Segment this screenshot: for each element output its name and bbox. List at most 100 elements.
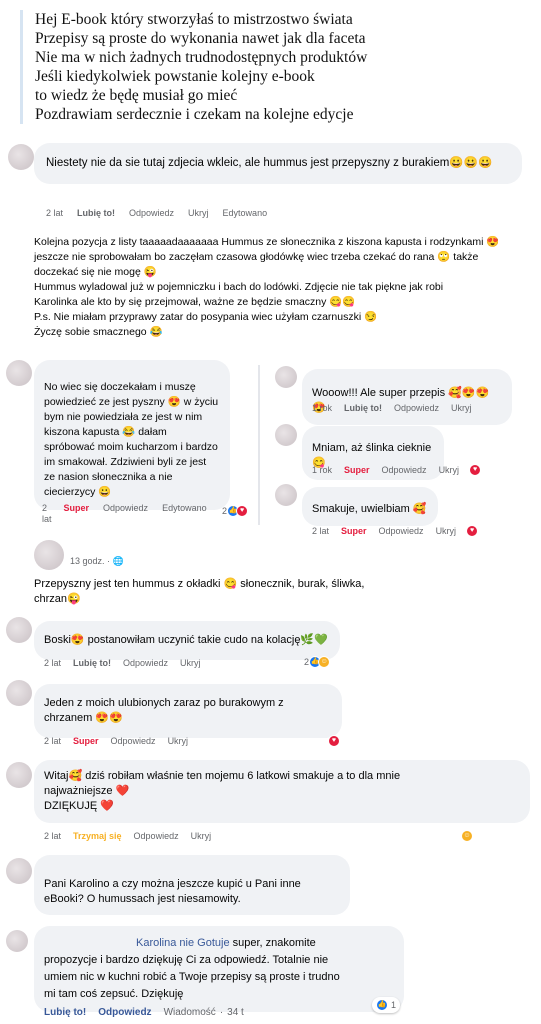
hide-button[interactable]: Ukryj — [168, 736, 189, 746]
reply-button[interactable]: Odpowiedz — [123, 658, 168, 668]
reply-bubble: Smakuje, uwielbiam 🥰 — [302, 487, 438, 526]
comment-text: Jeden z moich ulubionych zaraz po burako… — [44, 697, 284, 724]
reply-actions: 1 rok Lubię to! Odpowiedz Ukryj — [312, 403, 486, 413]
hide-button[interactable]: Ukryj — [180, 658, 201, 668]
avatar[interactable] — [275, 424, 297, 446]
like-button[interactable]: Lubię to! — [77, 208, 115, 218]
post-time-text: 13 godz. · — [70, 556, 111, 566]
reaction-summary[interactable]: ☺ — [461, 830, 473, 842]
edited-label: Edytowano — [162, 503, 207, 513]
comment-bubble: Jeden z moich ulubionych zaraz po burako… — [34, 684, 342, 738]
quote-line: Jeśli kiedykolwiek powstanie kolejny e-b… — [35, 68, 315, 85]
comment-time[interactable]: 2 lat — [44, 658, 61, 668]
avatar[interactable] — [6, 858, 32, 884]
reaction-count: 1 — [391, 1000, 397, 1010]
comment-actions: 2 lat Super Odpowiedz Edytowano — [42, 503, 221, 525]
post-line: Przepyszny jest ten hummus z okładki 😋 s… — [34, 578, 365, 590]
care-reaction-icon: ☺ — [318, 656, 331, 668]
comment-time[interactable]: 2 lat — [42, 503, 52, 525]
super-reaction-button[interactable]: Super — [64, 503, 90, 513]
globe-icon: 🌐 — [112, 556, 124, 566]
edited-label: Edytowano — [222, 208, 268, 218]
comment-text: Boski😍 postanowiłam uczynić takie cudo n… — [44, 634, 328, 646]
comment-time[interactable]: 34 t — [227, 1007, 244, 1018]
like-button[interactable]: Lubię to! — [73, 658, 111, 668]
author-name[interactable] — [312, 378, 402, 382]
care-reaction-icon: ☺ — [461, 830, 473, 842]
reply-button[interactable]: Odpowiedz — [379, 526, 424, 536]
like-button[interactable]: Lubię to! — [44, 1007, 86, 1018]
comment-bubble: Witaj🥰 dziś robiłam właśnie ten mojemu 6… — [34, 760, 530, 823]
love-reaction-icon[interactable]: ♥ — [469, 464, 482, 476]
avatar[interactable] — [6, 762, 32, 788]
reaction-summary[interactable]: 👍 1 — [372, 997, 401, 1013]
reply-button[interactable]: Odpowiedz — [394, 403, 439, 413]
comment-actions: 2 lat Lubię to! Odpowiedz Ukryj Edytowan… — [46, 208, 281, 218]
reply-button[interactable]: Odpowiedz — [111, 736, 156, 746]
super-reaction-button[interactable]: Super — [344, 465, 370, 475]
reply-text: Smakuje, uwielbiam 🥰 — [312, 503, 427, 515]
post-line: jeszcze nie sprobowałam bo zaczęłam czas… — [34, 251, 479, 263]
quote-line: to wiedz że będę musiał go mieć — [35, 87, 238, 104]
comment-bubble: Niestety nie da sie tutaj zdjecia wkleic… — [34, 143, 522, 184]
avatar[interactable] — [275, 366, 297, 388]
post-line: chrzan😜 — [34, 593, 81, 605]
post-line: Kolejna pozycja z listy taaaaadaaaaaaa H… — [34, 236, 500, 248]
care-reaction-button[interactable]: Trzymaj się — [73, 831, 122, 841]
reply-button[interactable]: Odpowiedz — [134, 831, 179, 841]
love-reaction-icon: ♥ — [236, 505, 249, 517]
post-line: doczekać się nie mogę 😜 — [34, 266, 157, 278]
reply-button[interactable]: Odpowiedz — [103, 503, 148, 513]
reply-button[interactable]: Odpowiedz — [129, 208, 174, 218]
super-reaction-button[interactable]: Super — [73, 736, 99, 746]
reaction-summary[interactable]: 2 👍 ♥ — [222, 505, 249, 517]
reply-actions: 1 rok Super Odpowiedz Ukryj ♥ — [312, 464, 495, 476]
comment-time[interactable]: 2 lat — [44, 736, 61, 746]
like-button[interactable]: Lubię to! — [344, 403, 382, 413]
reply-time[interactable]: 2 lat — [312, 526, 329, 536]
comment-text: Niestety nie da sie tutaj zdjecia wkleic… — [46, 157, 493, 169]
thread-line — [258, 365, 260, 525]
comment-bubble: Karolina nie Gotuje super, znakomite pro… — [34, 926, 404, 1012]
avatar[interactable] — [6, 930, 28, 952]
mention-link[interactable]: Karolina nie Gotuje — [136, 937, 230, 949]
hide-button[interactable]: Ukryj — [439, 465, 460, 475]
avatar[interactable] — [6, 680, 32, 706]
reply-button[interactable]: Odpowiedz — [98, 1007, 151, 1018]
author-name[interactable] — [312, 496, 402, 498]
author-name[interactable] — [312, 435, 402, 437]
post-line: Życzę sobie smacznego 😂 — [34, 326, 163, 338]
message-button[interactable]: Wiadomość — [164, 1007, 216, 1018]
reply-button[interactable]: Odpowiedz — [382, 465, 427, 475]
comment-line: Witaj🥰 dziś robiłam właśnie ten mojemu 6… — [44, 770, 401, 782]
author-name[interactable] — [44, 863, 134, 873]
reaction-summary[interactable]: 2 👍 ☺ — [304, 656, 331, 668]
comment-time[interactable]: 2 lat — [44, 831, 61, 841]
avatar[interactable] — [275, 484, 297, 506]
comment-time[interactable]: 2 lat — [46, 208, 63, 218]
reply-time[interactable]: 1 rok — [312, 403, 332, 413]
super-reaction-button[interactable]: Super — [341, 526, 367, 536]
quote-line: Przepisy są proste do wykonania nawet ja… — [35, 30, 366, 47]
avatar[interactable] — [6, 360, 32, 386]
comment-actions: 2 lat Trzymaj się Odpowiedz Ukryj — [44, 831, 225, 841]
love-reaction-icon[interactable]: ♥ — [466, 525, 479, 537]
love-reaction-icon: ♥ — [328, 735, 340, 747]
avatar[interactable] — [8, 144, 34, 170]
hide-button[interactable]: Ukryj — [191, 831, 212, 841]
comment-actions: 2 lat Lubię to! Odpowiedz Ukryj — [44, 658, 215, 668]
avatar[interactable] — [6, 617, 32, 643]
comment-text: super, znakomite — [229, 937, 316, 949]
hide-button[interactable]: Ukryj — [188, 208, 209, 218]
reply-time[interactable]: 1 rok — [312, 465, 332, 475]
author-name[interactable] — [44, 370, 134, 376]
profile-avatar[interactable] — [34, 540, 64, 570]
comment-line: umiem nic w kuchni robić a Twoje przepis… — [44, 971, 340, 983]
hide-button[interactable]: Ukryj — [451, 403, 472, 413]
comment-line: mi tam coś zepsuć. Dziękuję — [44, 988, 184, 1000]
comment-bubble: Pani Karolino a czy można jeszcze kupić … — [34, 855, 350, 915]
post-time[interactable]: 13 godz. · 🌐 — [70, 556, 124, 567]
reaction-summary[interactable]: ♥ — [328, 735, 340, 747]
hide-button[interactable]: Ukryj — [436, 526, 457, 536]
comment-line: propozycje i bardzo dziękuję Ci za odpow… — [44, 954, 329, 966]
